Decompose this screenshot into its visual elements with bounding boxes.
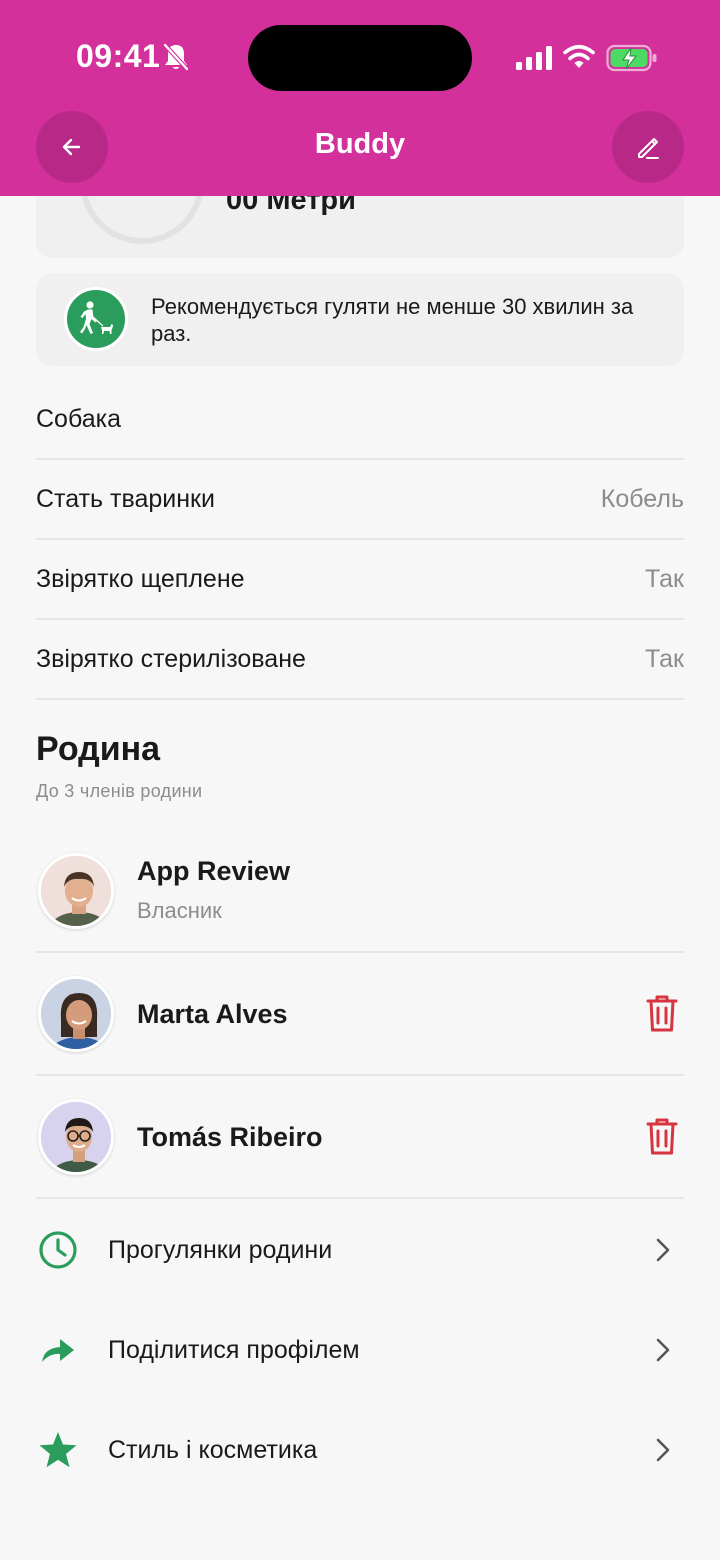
family-member-row[interactable]: Marta Alves (36, 953, 684, 1076)
clock-icon (36, 1228, 80, 1272)
walk-tip-card: Рекомендується гуляти не менше 30 хвилин… (36, 273, 684, 366)
menu-label: Стиль і косметика (108, 1435, 318, 1464)
sex-label: Стать тваринки (36, 484, 215, 513)
chevron-right-icon (656, 1238, 670, 1262)
status-time: 09:41 (76, 38, 161, 74)
family-subtitle: До 3 членів родини (36, 781, 203, 801)
app-header: 09:41 Buddy (0, 0, 720, 196)
sterilized-label: Звірятко стерилізоване (36, 644, 306, 673)
family-walks-link[interactable]: Прогулянки родини (36, 1200, 684, 1300)
member-name: Tomás Ribeiro (137, 1122, 323, 1152)
member-name: App Review (137, 856, 291, 886)
trash-icon[interactable] (640, 1114, 684, 1158)
vaccinated-value: Так (645, 564, 684, 593)
sex-value: Кобель (600, 484, 684, 513)
share-profile-link[interactable]: Поділитися профілем (36, 1300, 684, 1400)
avatar (38, 853, 114, 929)
avatar (38, 1099, 114, 1175)
dog-walk-icon (64, 287, 128, 351)
sterilized-value: Так (645, 644, 684, 673)
vaccinated-label: Звірятко щеплене (36, 564, 245, 593)
share-arrow-icon (36, 1328, 80, 1372)
member-name: Marta Alves (137, 999, 288, 1029)
menu-label: Прогулянки родини (108, 1235, 333, 1264)
chevron-right-icon (656, 1438, 670, 1462)
star-icon (36, 1428, 80, 1472)
family-member-row[interactable]: Tomás Ribeiro (36, 1076, 684, 1199)
member-role: Власник (137, 898, 222, 923)
battery-charging-icon (606, 44, 657, 72)
pencil-icon (638, 138, 659, 159)
dynamic-island (248, 25, 472, 91)
family-member-row[interactable]: App Review Власник (36, 830, 684, 953)
avatar (38, 976, 114, 1052)
wifi-icon (563, 44, 595, 68)
edit-button[interactable] (612, 111, 684, 183)
trash-icon[interactable] (640, 991, 684, 1035)
bell-muted-icon (163, 43, 189, 71)
sex-row: Стать тваринки Кобель (36, 460, 684, 540)
vaccinated-row: Звірятко щеплене Так (36, 540, 684, 620)
menu-label: Поділитися профілем (108, 1335, 360, 1364)
chevron-right-icon (656, 1338, 670, 1362)
species-row: Собака (36, 380, 684, 460)
grooming-link[interactable]: Стиль і косметика (36, 1400, 684, 1500)
sterilized-row: Звірятко стерилізоване Так (36, 620, 684, 700)
tip-text: Рекомендується гуляти не менше 30 хвилин… (151, 294, 634, 346)
cellular-signal-icon (516, 46, 552, 70)
family-title: Родина (36, 730, 161, 768)
species-label: Собака (36, 404, 121, 433)
